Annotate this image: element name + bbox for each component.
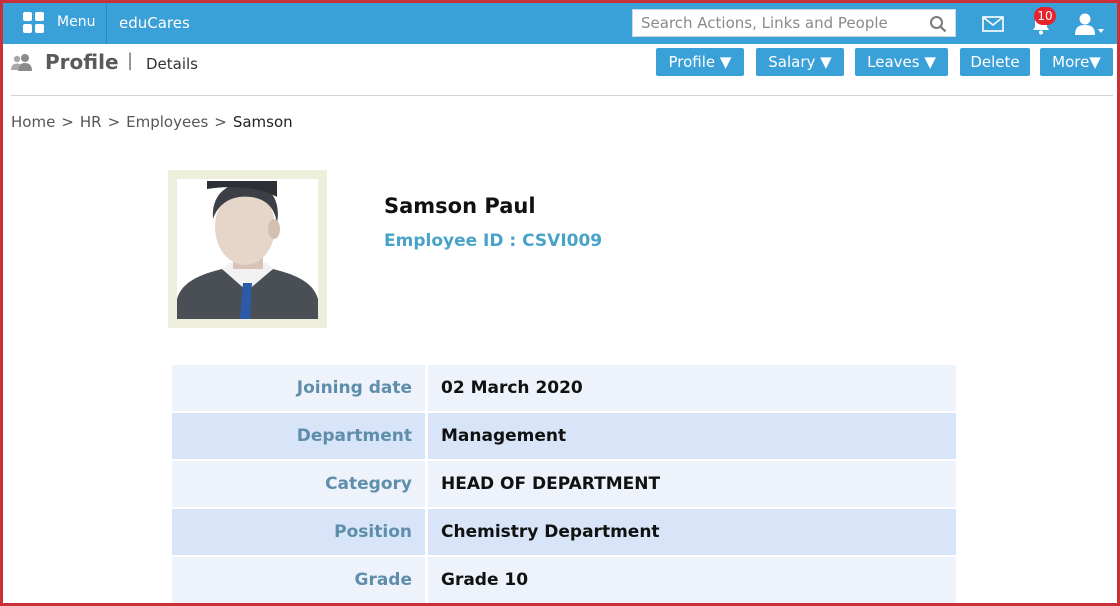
details-row: Department Management [172, 413, 956, 459]
page-header: Profile | Details Profile ▼ Salary ▼ Lea… [3, 44, 1117, 96]
search-box [632, 9, 956, 37]
details-row: Position Chemistry Department [172, 509, 956, 555]
search-icon[interactable] [929, 15, 947, 33]
employee-name: Samson Paul [384, 194, 536, 218]
details-row: Grade Grade 10 [172, 557, 956, 603]
details-label: Position [172, 509, 425, 555]
notification-badge: 10 [1034, 7, 1056, 25]
details-value: HEAD OF DEPARTMENT [428, 461, 956, 507]
users-icon [11, 54, 32, 71]
details-value: Management [428, 413, 956, 459]
avatar [177, 179, 318, 319]
details-label: Grade [172, 557, 425, 603]
breadcrumb-separator: > [214, 113, 227, 131]
more-dropdown-button[interactable]: More▼ [1040, 48, 1113, 76]
avatar-frame [168, 170, 327, 328]
leaves-dropdown-button[interactable]: Leaves ▼ [855, 48, 948, 76]
apps-grid-icon [23, 12, 45, 34]
delete-button[interactable]: Delete [960, 48, 1030, 76]
details-value: Chemistry Department [428, 509, 956, 555]
details-label: Category [172, 461, 425, 507]
profile-dropdown-button[interactable]: Profile ▼ [656, 48, 744, 76]
breadcrumb-separator: > [107, 113, 121, 131]
search-input[interactable] [633, 10, 929, 36]
page-subtitle: Details [146, 55, 199, 73]
breadcrumb-employees[interactable]: Employees [126, 113, 208, 131]
breadcrumb: Home > HR > Employees > Samson [11, 113, 293, 131]
details-value: Grade 10 [428, 557, 956, 603]
breadcrumb-current: Samson [232, 113, 293, 131]
brand-link[interactable]: eduCares [119, 14, 190, 32]
breadcrumb-hr[interactable]: HR [80, 113, 102, 131]
details-label: Department [172, 413, 425, 459]
breadcrumb-home[interactable]: Home [11, 113, 55, 131]
title-separator: | [127, 50, 134, 71]
salary-dropdown-button[interactable]: Salary ▼ [756, 48, 844, 76]
details-row: Category HEAD OF DEPARTMENT [172, 461, 956, 507]
app-frame: Menu eduCares 10 [0, 0, 1120, 606]
top-navbar: Menu eduCares 10 [3, 3, 1117, 44]
employee-details-table: Joining date 02 March 2020 Department Ma… [172, 365, 956, 603]
employee-id: Employee ID : CSVI009 [384, 231, 603, 251]
mail-icon[interactable] [982, 16, 1004, 32]
header-divider [11, 95, 1113, 96]
details-value: 02 March 2020 [428, 365, 956, 411]
menu-label: Menu [57, 14, 96, 30]
details-label: Joining date [172, 365, 425, 411]
user-account-icon[interactable] [1074, 12, 1104, 36]
page-title: Profile [45, 50, 119, 74]
breadcrumb-separator: > [61, 113, 74, 131]
details-row: Joining date 02 March 2020 [172, 365, 956, 411]
menu-button[interactable]: Menu [3, 3, 107, 44]
